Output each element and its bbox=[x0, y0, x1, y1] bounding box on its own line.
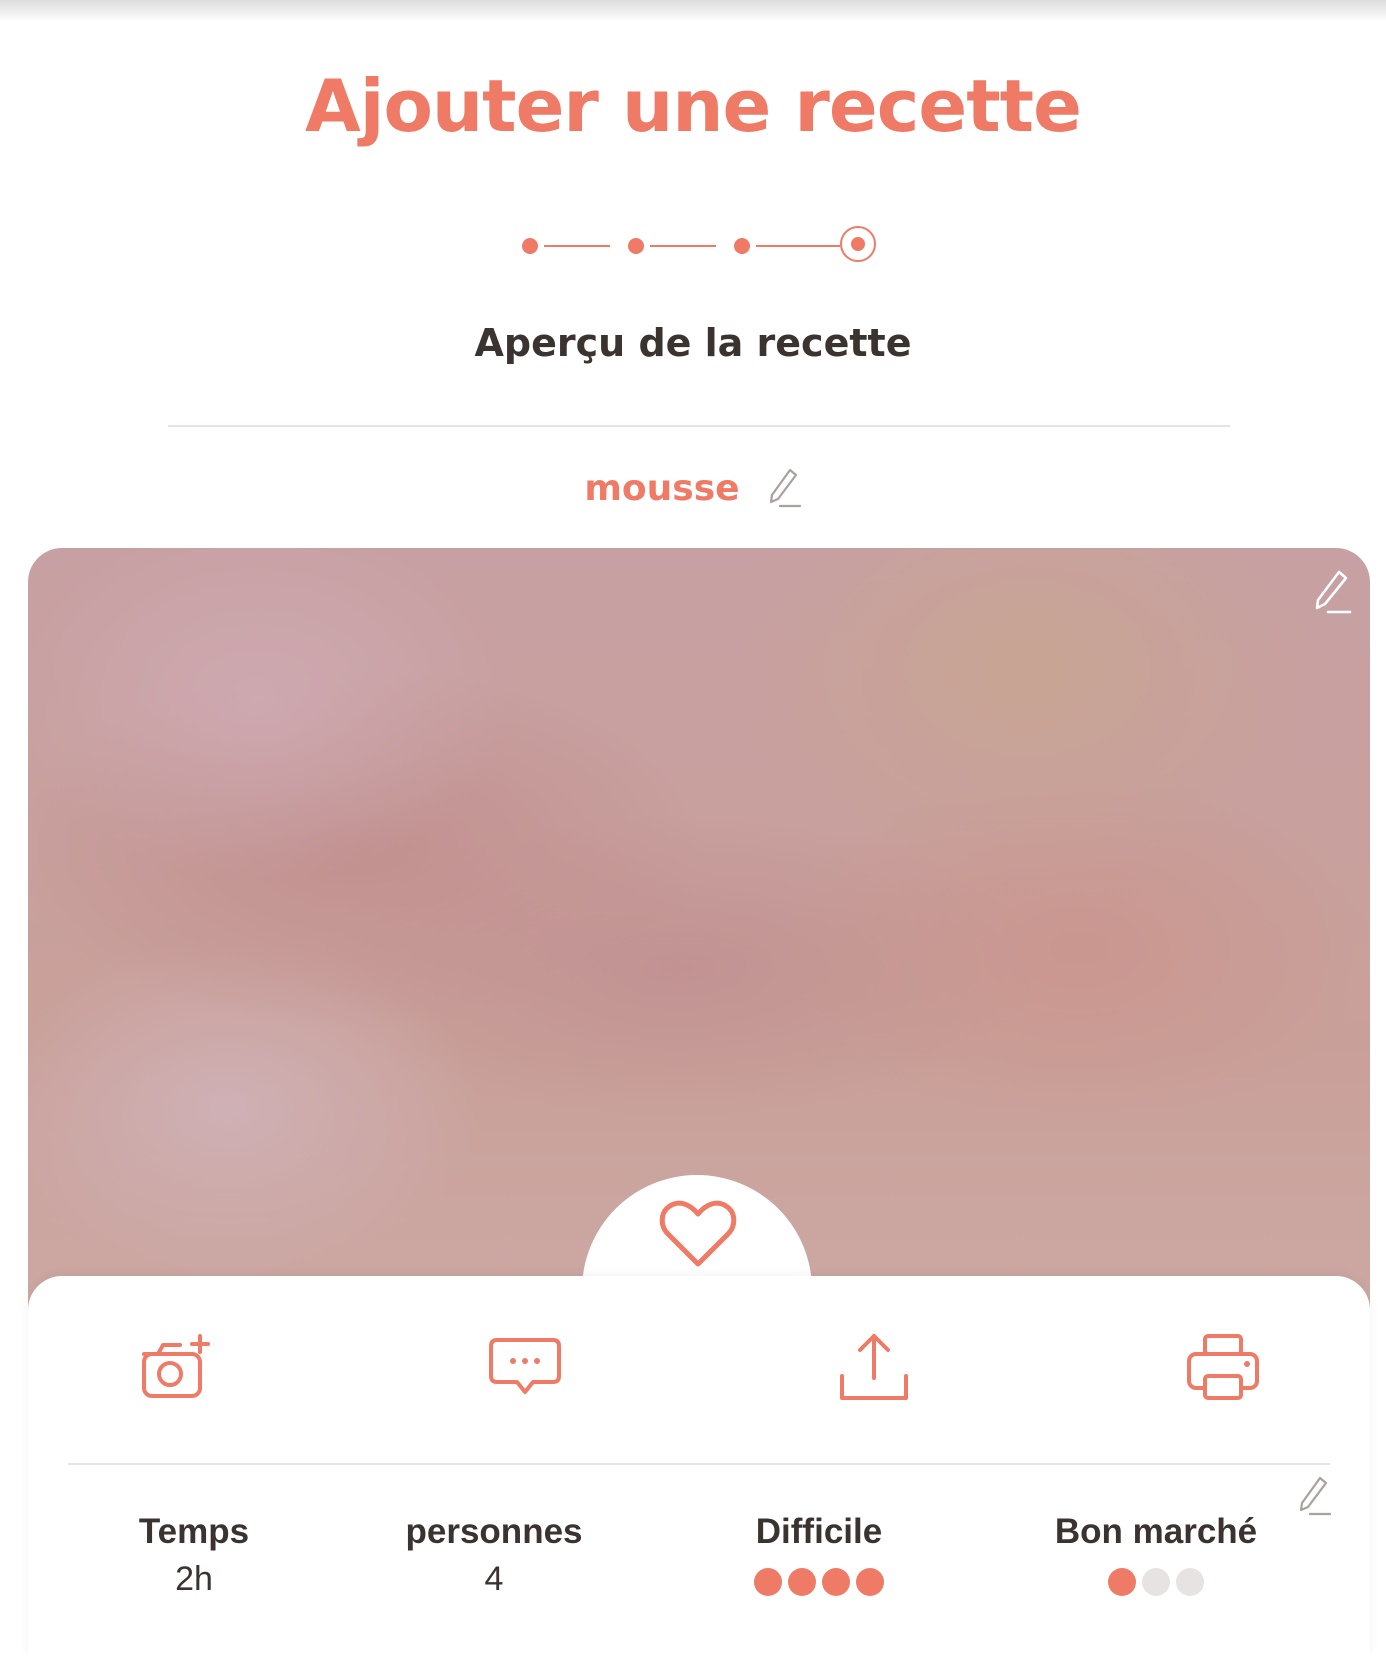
card-divider bbox=[68, 1463, 1330, 1465]
difficulty-rating bbox=[669, 1568, 969, 1596]
chat-bubble-icon[interactable] bbox=[485, 1330, 565, 1410]
step-1-dot[interactable] bbox=[522, 238, 538, 254]
top-bar-shadow bbox=[0, 0, 1386, 22]
cost-rating bbox=[1006, 1568, 1306, 1596]
rating-dot bbox=[754, 1568, 782, 1596]
recipe-name: mousse bbox=[584, 467, 740, 509]
action-bar bbox=[28, 1330, 1370, 1420]
section-subtitle: Aperçu de la recette bbox=[474, 321, 912, 365]
step-connector bbox=[544, 245, 610, 247]
step-3-dot[interactable] bbox=[734, 238, 750, 254]
rating-dot bbox=[1176, 1568, 1204, 1596]
info-time: Temps 2h bbox=[44, 1510, 344, 1604]
heart-icon[interactable] bbox=[658, 1196, 738, 1272]
info-servings-label: personnes bbox=[405, 1512, 583, 1551]
info-time-value: 2h bbox=[175, 1560, 213, 1598]
progress-stepper bbox=[522, 224, 882, 268]
divider bbox=[168, 425, 1230, 427]
step-connector bbox=[756, 245, 840, 247]
info-cost-label: Bon marché bbox=[1054, 1512, 1258, 1551]
info-servings: personnes 4 bbox=[344, 1510, 644, 1604]
info-time-label: Temps bbox=[138, 1512, 250, 1551]
info-difficulty: Difficile bbox=[669, 1510, 969, 1596]
rating-dot bbox=[1108, 1568, 1136, 1596]
rating-dot bbox=[1142, 1568, 1170, 1596]
step-2-dot[interactable] bbox=[628, 238, 644, 254]
edit-name-pencil-icon[interactable] bbox=[766, 466, 802, 510]
rating-dot bbox=[788, 1568, 816, 1596]
share-upload-icon[interactable] bbox=[834, 1330, 914, 1410]
camera-plus-icon[interactable] bbox=[136, 1330, 216, 1410]
page-title: Ajouter une recette bbox=[305, 64, 1082, 148]
edit-photo-pencil-icon[interactable] bbox=[1312, 568, 1352, 616]
info-difficulty-label: Difficile bbox=[755, 1512, 883, 1551]
info-servings-value: 4 bbox=[484, 1560, 504, 1598]
printer-icon[interactable] bbox=[1183, 1330, 1263, 1410]
step-connector bbox=[650, 245, 716, 247]
recipe-name-row: mousse bbox=[0, 460, 1386, 516]
step-4-current[interactable] bbox=[840, 226, 876, 262]
rating-dot bbox=[856, 1568, 884, 1596]
rating-dot bbox=[822, 1568, 850, 1596]
info-cost: Bon marché bbox=[1006, 1510, 1306, 1596]
